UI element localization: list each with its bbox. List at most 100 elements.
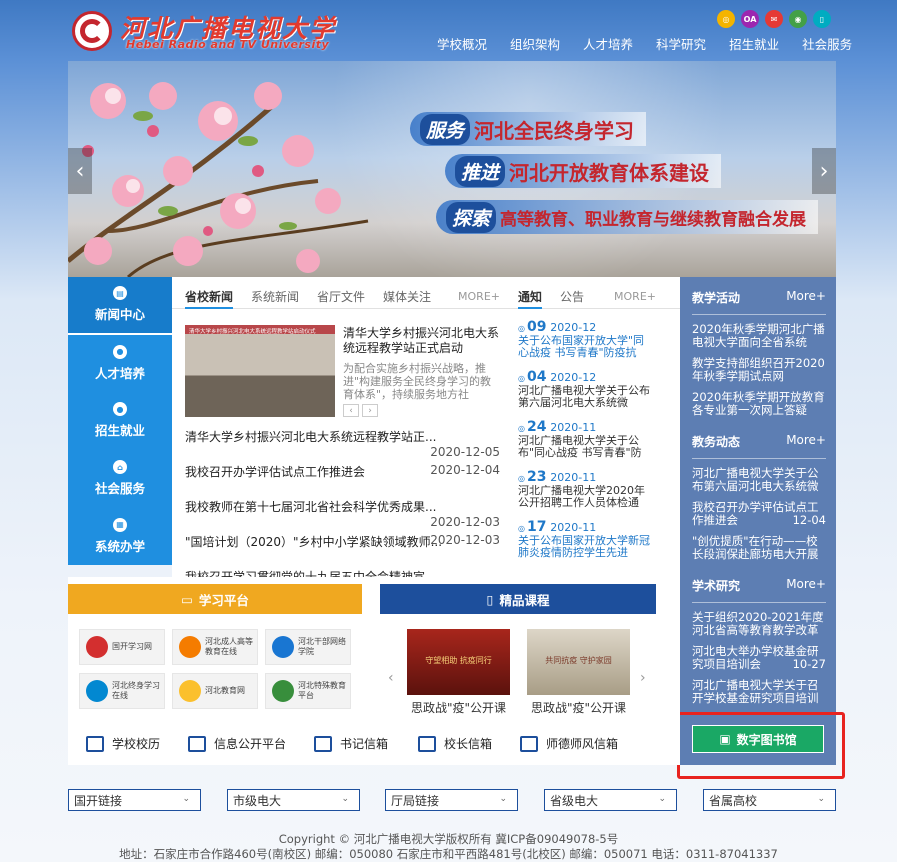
- nav-item-admissions[interactable]: 招生就业: [729, 34, 779, 53]
- blossom-image: [68, 82, 369, 277]
- list-item[interactable]: 河北广播电视大学关于召开学校基金研究项目培训: [692, 679, 826, 705]
- tab-talent[interactable]: ● 人才培养: [68, 335, 172, 393]
- link-select-province[interactable]: 省级电大 ⌄: [544, 789, 677, 811]
- learning-platform-header: ▭ 学习平台: [68, 584, 362, 614]
- list-item[interactable]: 我校召开办学评估试点工作推进会 2020-12-04: [185, 463, 503, 498]
- nav-item-about[interactable]: 学校概况: [437, 34, 487, 53]
- banner-slogan-1: 服务 河北全民终身学习: [409, 112, 646, 146]
- left-category-tabs: ▤ 新闻中心 ● 人才培养 ● 招生就业 ⌂ 社会服务 ▦ 系统办学: [68, 277, 172, 565]
- quick-link-ethics-mailbox[interactable]: 师德师风信箱: [520, 735, 618, 752]
- course-thumbnail[interactable]: 守望相助 抗疫同行: [407, 629, 510, 695]
- tab-media[interactable]: 媒体关注: [383, 288, 431, 308]
- list-item[interactable]: 2020年秋季学期开放教育各专业第一次网上答疑: [692, 391, 826, 417]
- list-item[interactable]: ◎ 24 2020-11 河北广播电视大学关于公布"同心战疫 书写青春"防: [518, 419, 653, 469]
- quick-link-president-mailbox[interactable]: 校长信箱: [418, 735, 492, 752]
- list-item[interactable]: "国培计划（2020）"乡村中小学紧缺领域教师... 2020-12-03: [185, 533, 503, 568]
- platform-logo-icon: [179, 680, 201, 702]
- link-select-city[interactable]: 市级电大 ⌄: [227, 789, 360, 811]
- list-item[interactable]: 教学支持部组织召开2020年秋季学期试点网: [692, 357, 826, 383]
- oa-icon[interactable]: OA: [741, 10, 759, 28]
- feature-news-image[interactable]: 清华大学乡村振兴河北电大系统远程教学站启动仪式: [185, 325, 335, 417]
- course-label[interactable]: 思政战"疫"公开课: [407, 699, 510, 716]
- platform-link[interactable]: 国开学习网: [79, 629, 165, 665]
- quick-link-secretary-mailbox[interactable]: 书记信箱: [314, 735, 388, 752]
- course-thumbnail[interactable]: 共同抗疫 守护家园: [527, 629, 630, 695]
- more-link[interactable]: More+: [786, 577, 826, 594]
- notice-list: ◎ 09 2020-12 关于公布国家开放大学"同心战疫 书写青春"防疫抗 ◎ 04 …: [518, 319, 653, 569]
- notice-tabs: 通知 公告 MORE+: [508, 277, 680, 309]
- wechat-icon[interactable]: ◉: [789, 10, 807, 28]
- list-item[interactable]: "创优提质"在行动——校长段润保赴廊坊电大开展: [692, 535, 826, 561]
- nav-item-talent[interactable]: 人才培养: [583, 34, 633, 53]
- document-icon: [188, 735, 206, 752]
- tab-system-schools[interactable]: ▦ 系统办学: [68, 507, 172, 565]
- book-icon: [520, 735, 538, 752]
- list-item[interactable]: ◎ 04 2020-12 河北广播电视大学关于公布第六届河北电大系统微: [518, 369, 653, 419]
- chevron-down-icon: ⌄: [658, 794, 666, 804]
- quick-link-calendar[interactable]: 学校校历: [86, 735, 160, 752]
- tab-notice[interactable]: 通知: [518, 288, 543, 309]
- nav-item-organization[interactable]: 组织架构: [510, 34, 560, 53]
- tab-admissions[interactable]: ● 招生就业: [68, 392, 172, 450]
- document-icon: ▤: [113, 286, 127, 301]
- section-research: 学术研究 More+ 关于组织2020-2021年度河北省高等教育教学改革 河北电…: [692, 577, 826, 705]
- banner-slogan-3: 探索 高等教育、职业教育与继续教育融合发展: [435, 200, 818, 234]
- tab-announcement[interactable]: 公告: [560, 288, 584, 308]
- course-label[interactable]: 思政战"疫"公开课: [527, 699, 630, 716]
- address-text: 地址：石家庄市合作路460号(南校区) 邮编：050080 石家庄市和平西路48…: [119, 847, 778, 861]
- chevron-down-icon: ⌄: [499, 794, 507, 804]
- list-item[interactable]: 河北电大举办学校基金研究项目培训会 10-27: [692, 645, 826, 671]
- list-item[interactable]: 我校教师在第十七届河北省社会科学优秀成果... 2020-12-03: [185, 498, 503, 533]
- logo-emblem[interactable]: [72, 11, 112, 51]
- notice-more-link[interactable]: MORE+: [614, 290, 656, 303]
- news-more-link[interactable]: MORE+: [458, 290, 500, 303]
- course-prev-arrow[interactable]: ‹: [388, 670, 394, 686]
- weibo-icon[interactable]: ◎: [717, 10, 735, 28]
- banner-prev-arrow[interactable]: ‹: [68, 148, 92, 194]
- highlight-frame: [677, 712, 845, 779]
- tab-system-news[interactable]: 系统新闻: [251, 288, 299, 308]
- chevron-down-icon: ⌄: [817, 794, 825, 804]
- platform-link[interactable]: 河北成人高等教育在线: [172, 629, 258, 665]
- tab-dept-files[interactable]: 省厅文件: [317, 288, 365, 308]
- more-link[interactable]: More+: [786, 289, 826, 306]
- nav-item-services[interactable]: 社会服务: [802, 34, 852, 53]
- list-item[interactable]: 2020年秋季学期河北广播电视大学面向全省系统: [692, 323, 826, 349]
- tab-news-center[interactable]: ▤ 新闻中心: [68, 277, 172, 335]
- feature-prev-button[interactable]: ‹: [343, 404, 359, 417]
- list-item[interactable]: 河北广播电视大学关于公布第六届河北电大系统微: [692, 467, 826, 493]
- list-item[interactable]: 我校召开办学评估试点工作推进会 12-04: [692, 501, 826, 527]
- platform-logo-icon: [179, 636, 201, 658]
- hero-banner[interactable]: 服务 河北全民终身学习 推进 河北开放教育体系建设 探索 高等教育、职业教育与继续教育…: [68, 61, 836, 277]
- platform-link[interactable]: 河北教育网: [172, 673, 258, 709]
- right-sidebar: 教学活动 More+ 2020年秋季学期河北广播电视大学面向全省系统 教学支持部组…: [680, 277, 836, 765]
- chevron-down-icon: ⌄: [341, 794, 349, 804]
- banner-next-arrow[interactable]: ›: [812, 148, 836, 194]
- feature-next-button[interactable]: ›: [362, 404, 378, 417]
- more-link[interactable]: More+: [786, 433, 826, 450]
- platform-link[interactable]: 河北终身学习在线: [79, 673, 165, 709]
- link-select-ouc[interactable]: 国开链接 ⌄: [68, 789, 201, 811]
- mail-icon[interactable]: ✉: [765, 10, 783, 28]
- tab-school-news[interactable]: 省校新闻: [185, 288, 234, 309]
- quick-link-info-disclosure[interactable]: 信息公开平台: [188, 735, 286, 752]
- course-next-arrow[interactable]: ›: [640, 670, 646, 686]
- news-list: 清华大学乡村振兴河北电大系统远程教学站正... 2020-12-05 我校召开办学…: [185, 428, 503, 593]
- link-select-dept[interactable]: 厅局链接 ⌄: [385, 789, 518, 811]
- platform-link[interactable]: 河北干部网络学院: [265, 629, 351, 665]
- main-nav: 学校概况 组织架构 人才培养 科学研究 招生就业 社会服务: [437, 34, 852, 53]
- mail-icon: [314, 735, 332, 752]
- calendar-icon: [86, 735, 104, 752]
- link-select-universities[interactable]: 省属高校 ⌄: [703, 789, 836, 811]
- list-item[interactable]: 清华大学乡村振兴河北电大系统远程教学站正... 2020-12-05: [185, 428, 503, 463]
- platform-link[interactable]: 河北特殊教育平台: [265, 673, 351, 709]
- feature-news-title[interactable]: 清华大学乡村振兴河北电大系统远程教学站正式启动: [343, 326, 503, 356]
- list-item[interactable]: ◎ 23 2020-11 河北广播电视大学2020年公开招聘工作人员体检通: [518, 469, 653, 519]
- list-item[interactable]: 关于组织2020-2021年度河北省高等教育教学改革: [692, 611, 826, 637]
- platform-logo-icon: [86, 636, 108, 658]
- nav-item-research[interactable]: 科学研究: [656, 34, 706, 53]
- list-item[interactable]: ◎ 09 2020-12 关于公布国家开放大学"同心战疫 书写青春"防疫抗: [518, 319, 653, 369]
- tab-social-service[interactable]: ⌂ 社会服务: [68, 450, 172, 508]
- list-item[interactable]: ◎ 17 2020-11 关于公布国家开放大学新冠肺炎疫情防控学生先进: [518, 519, 653, 569]
- mobile-icon[interactable]: ▯: [813, 10, 831, 28]
